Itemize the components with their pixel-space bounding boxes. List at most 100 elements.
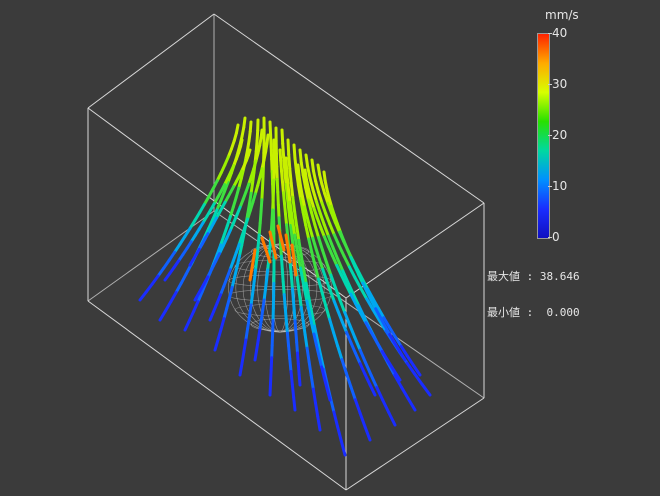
streamline bbox=[280, 180, 285, 195]
streamline bbox=[251, 280, 256, 295]
streamline bbox=[256, 328, 262, 342]
streamline bbox=[420, 382, 432, 397]
streamline bbox=[324, 304, 332, 321]
streamline bbox=[299, 305, 305, 323]
streamline bbox=[281, 191, 286, 205]
streamline bbox=[318, 211, 326, 227]
streamline bbox=[296, 163, 301, 177]
streamline bbox=[328, 317, 336, 335]
streamline bbox=[269, 132, 273, 149]
streamline bbox=[313, 223, 321, 239]
streamline bbox=[269, 356, 274, 372]
streamline bbox=[255, 128, 260, 143]
streamline bbox=[368, 383, 377, 397]
streamline bbox=[293, 319, 298, 334]
statistics-readout: 最大値 : 38.646 最小値 : 0.000 bbox=[487, 247, 580, 343]
streamline bbox=[358, 411, 367, 429]
streamline bbox=[281, 280, 286, 297]
streamline bbox=[238, 361, 244, 377]
streamline bbox=[249, 181, 255, 195]
streamline bbox=[320, 248, 329, 264]
streamline bbox=[311, 169, 318, 183]
streamline bbox=[308, 226, 315, 240]
streamline bbox=[337, 243, 346, 258]
streamline bbox=[358, 362, 367, 376]
streamline bbox=[285, 331, 291, 348]
streamline bbox=[261, 174, 265, 190]
tick-label-40: 40 bbox=[552, 26, 568, 40]
streamline bbox=[242, 338, 248, 354]
sphere-wire bbox=[234, 259, 326, 273]
streamline bbox=[319, 225, 326, 239]
streamline bbox=[349, 341, 357, 355]
streamline bbox=[163, 272, 172, 282]
max-value-readout: 最大値 : 38.646 bbox=[487, 270, 580, 283]
streamline bbox=[255, 245, 260, 260]
streamline bbox=[249, 291, 255, 307]
streamline bbox=[313, 401, 320, 418]
streamline bbox=[298, 148, 303, 164]
streamline bbox=[316, 414, 322, 432]
streamline bbox=[348, 323, 357, 339]
streamline bbox=[363, 372, 372, 387]
streamline bbox=[290, 287, 295, 302]
streamline bbox=[297, 372, 302, 387]
streamline bbox=[246, 315, 251, 330]
box-edge bbox=[87, 13, 215, 109]
box-edge bbox=[213, 210, 485, 399]
streamline bbox=[288, 167, 293, 185]
streamline bbox=[252, 268, 258, 284]
streamline bbox=[259, 308, 265, 322]
streamline bbox=[317, 236, 324, 252]
streamline bbox=[332, 410, 340, 428]
streamline bbox=[375, 386, 385, 402]
streamline bbox=[228, 285, 234, 300]
streamline bbox=[292, 308, 297, 323]
streamline bbox=[240, 350, 246, 365]
streamline bbox=[187, 309, 196, 323]
streamline bbox=[279, 159, 284, 173]
streamline bbox=[308, 176, 315, 192]
tick-label-10: 10 bbox=[552, 179, 568, 193]
streamline bbox=[269, 368, 273, 385]
streamline bbox=[284, 212, 289, 227]
streamline bbox=[316, 277, 324, 294]
streamline bbox=[320, 201, 328, 215]
streamline bbox=[332, 331, 340, 348]
streamline bbox=[280, 128, 285, 146]
min-value-readout: 最小値 : 0.000 bbox=[487, 306, 580, 319]
streamline bbox=[296, 278, 301, 296]
streamline bbox=[233, 264, 239, 279]
streamline bbox=[268, 238, 273, 252]
streamline bbox=[291, 222, 297, 237]
streamline bbox=[247, 191, 253, 206]
streamline bbox=[158, 309, 168, 322]
streamline-highspeed bbox=[290, 243, 298, 277]
streamline bbox=[269, 145, 274, 161]
streamline bbox=[289, 211, 295, 226]
streamline bbox=[289, 181, 295, 199]
3d-viewport[interactable]: mm/s 40 30 20 10 0 最大値 : 38.646 最小値 : 0.… bbox=[0, 0, 660, 496]
streamline bbox=[288, 357, 293, 374]
streamline bbox=[260, 186, 265, 202]
streamline bbox=[311, 236, 318, 251]
streamline bbox=[279, 254, 284, 271]
streamline bbox=[138, 290, 148, 302]
streamline bbox=[280, 169, 284, 184]
streamline bbox=[399, 385, 410, 400]
streamline bbox=[293, 210, 299, 228]
streamline bbox=[406, 396, 417, 412]
streamline bbox=[312, 206, 319, 220]
streamline bbox=[289, 266, 294, 280]
streamline bbox=[292, 395, 297, 412]
streamline bbox=[268, 381, 273, 397]
streamline bbox=[259, 198, 264, 213]
streamline bbox=[289, 223, 294, 241]
streamline bbox=[279, 241, 283, 258]
streamline bbox=[265, 268, 270, 282]
streamline bbox=[222, 306, 229, 321]
streamline bbox=[336, 424, 343, 443]
streamline bbox=[256, 233, 261, 248]
streamline bbox=[303, 333, 309, 350]
streamline bbox=[291, 195, 297, 214]
